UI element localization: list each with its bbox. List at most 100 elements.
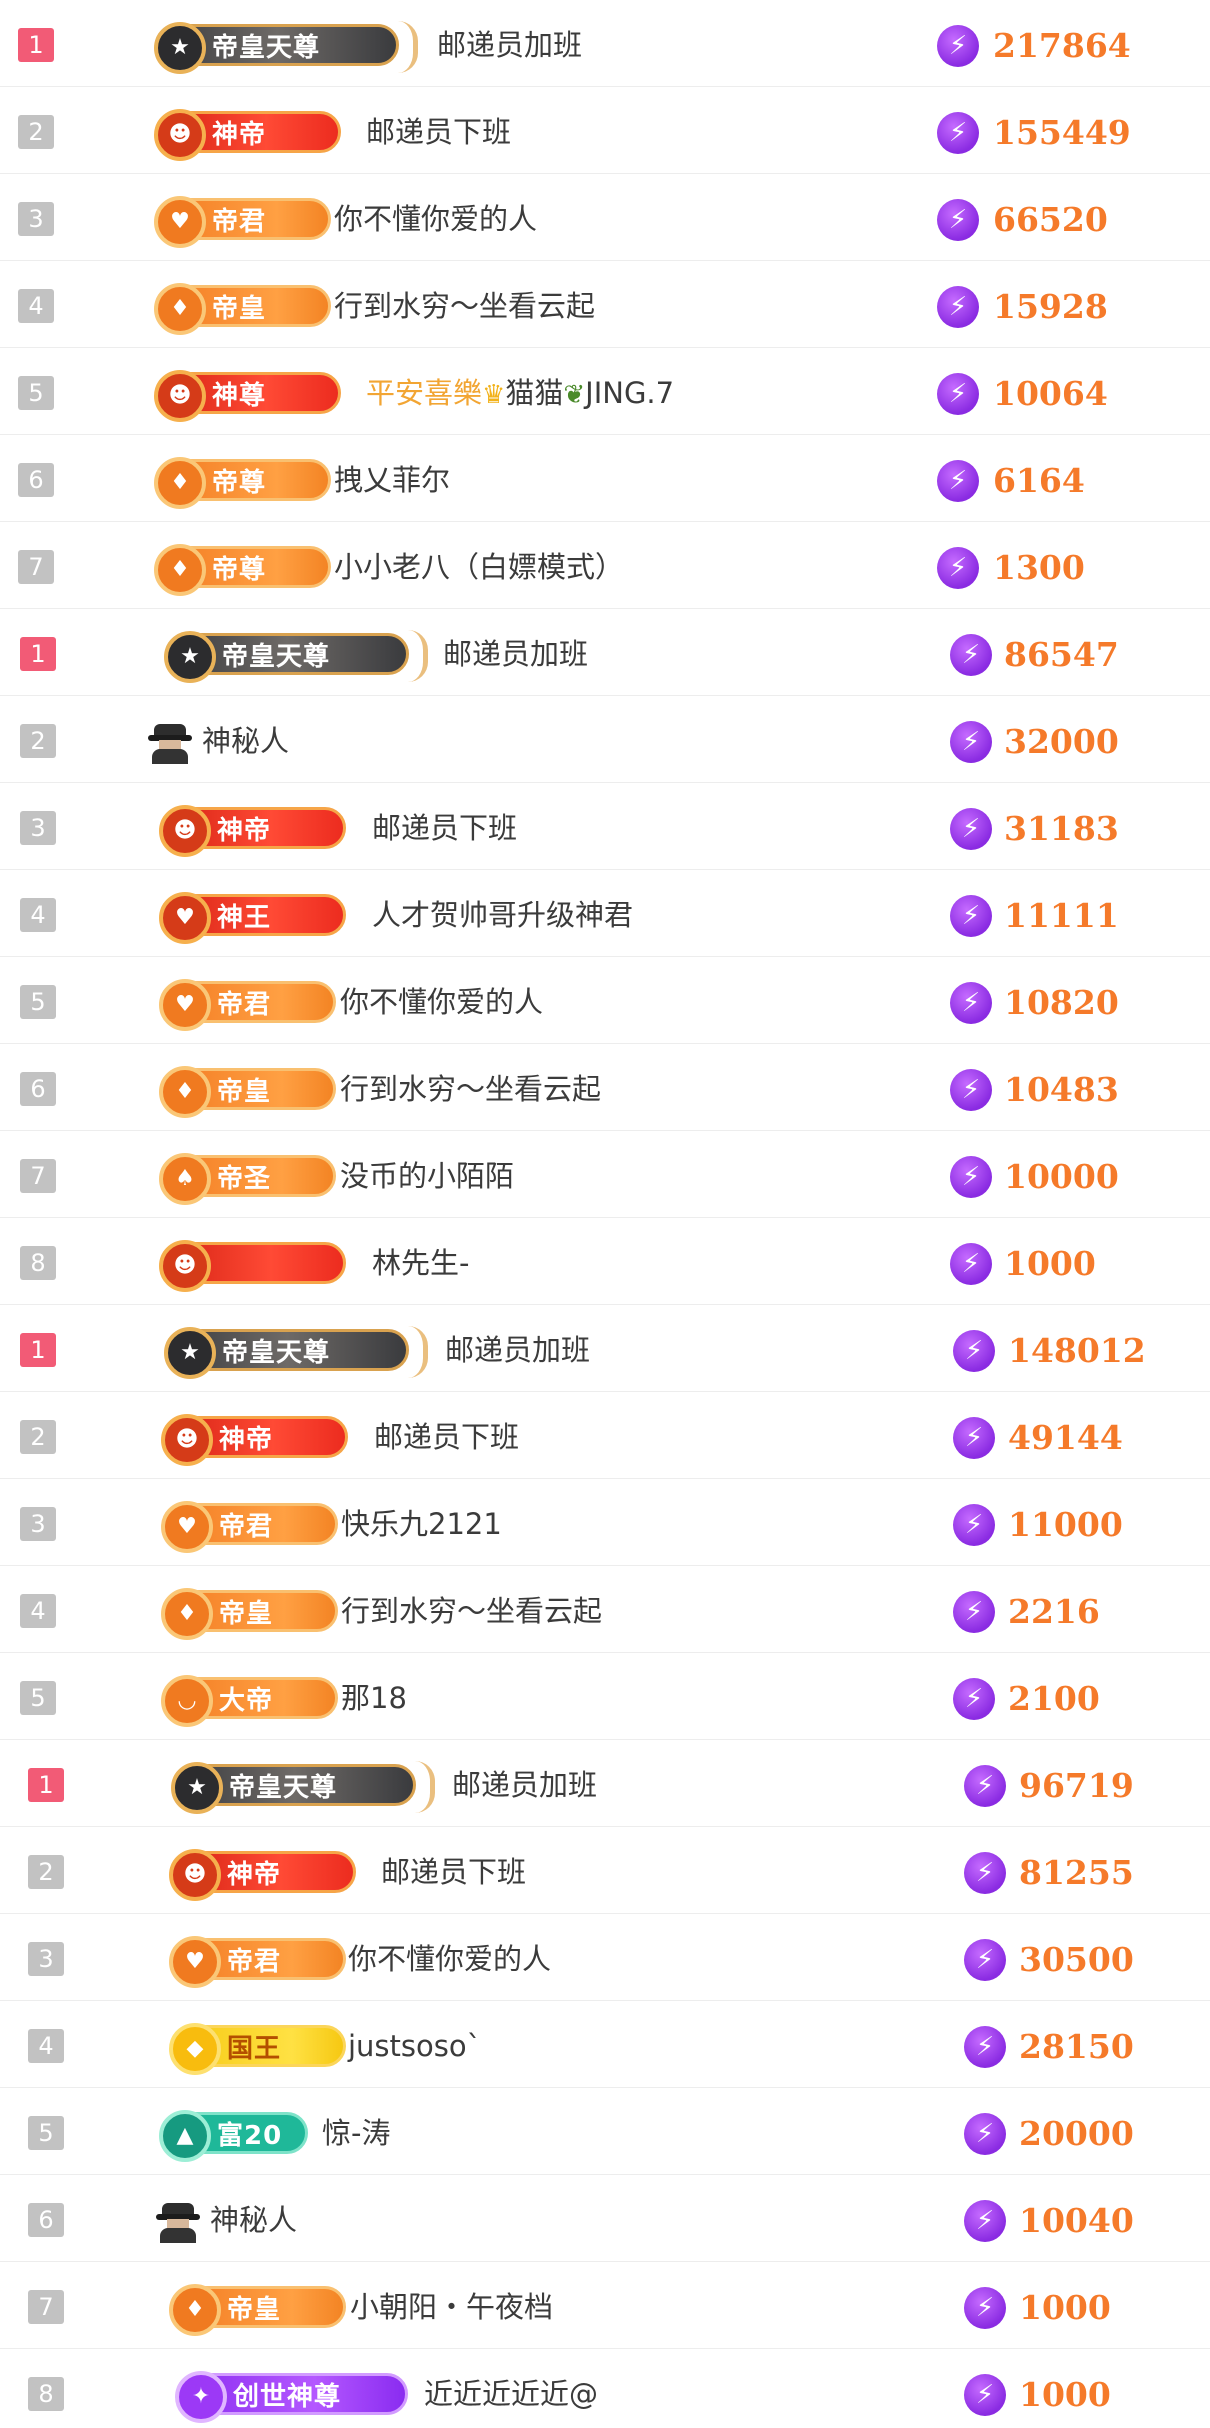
ranking-row[interactable]: 5 ◡ 大帝 那18 ⚡ 2100 [0,1653,1210,1740]
rank-number: 6 [28,2203,64,2237]
ranking-row[interactable]: 7 ♠ 帝圣 没币的小陌陌 ⚡ 10000 [0,1131,1210,1218]
user-name[interactable]: 没币的小陌陌 [340,1156,514,1196]
medal-icon: ♥ [154,196,206,248]
user-name[interactable]: 邮递员下班 [366,112,511,152]
sprout-icon: ❦ [563,380,586,410]
medal-icon: ☻ [159,805,211,857]
level-badge-label: 神王 [217,903,272,933]
score-value: 2100 [1008,1679,1100,1718]
ranking-row[interactable]: 8 ✦ 创世神尊 近近近近近@ ⚡ 1000 [0,2349,1210,2428]
user-name[interactable]: 邮递员下班 [374,1417,519,1457]
user-name[interactable]: 你不懂你爱的人 [334,199,537,239]
ranking-row[interactable]: 7 ♦ 帝尊 小小老八（白嫖模式） ⚡ 1300 [0,522,1210,609]
ranking-row[interactable]: 8 ☻ 林先生- ⚡ 1000 [0,1218,1210,1305]
user-name[interactable]: 你不懂你爱的人 [340,982,543,1022]
rank-number: 7 [28,2290,64,2324]
user-name[interactable]: justsoso` [348,2026,481,2066]
user-name[interactable]: 近近近近近@ [424,2374,598,2414]
lightning-bolt-icon: ⚡ [964,1765,1006,1807]
level-badge: ☻ 神帝 [161,1414,348,1466]
level-badge-label: 创世神尊 [233,2382,342,2412]
user-name[interactable]: 惊-涛 [322,2113,390,2153]
level-badge-label [217,1245,317,1287]
user-name[interactable]: 邮递员加班 [452,1765,597,1805]
user-name[interactable]: 那18 [341,1678,407,1718]
lightning-bolt-icon: ⚡ [964,2113,1006,2155]
ranking-row[interactable]: 4 ♥ 神王 人才贺帅哥升级神君 ⚡ 11111 [0,870,1210,957]
rank-number: 3 [18,202,54,236]
user-name[interactable]: 快乐九2121 [341,1504,502,1544]
rank-number: 1 [20,1333,56,1367]
ranking-row[interactable]: 3 ☻ 神帝 邮递员下班 ⚡ 31183 [0,783,1210,870]
level-badge-label: 帝皇 [217,1077,272,1107]
level-badge-label: 帝圣 [217,1164,272,1194]
ranking-row[interactable]: 1 ★ 帝皇天尊 邮递员加班 ⚡ 96719 [0,1740,1210,1827]
medal-icon: ✦ [175,2371,227,2423]
rank-number: 5 [20,1681,56,1715]
lightning-bolt-icon: ⚡ [964,2200,1006,2242]
user-name[interactable]: 你不懂你爱的人 [348,1939,551,1979]
rank-number: 2 [20,1420,56,1454]
user-name[interactable]: 拽乂菲尔 [334,460,450,500]
rank-number: 4 [28,2029,64,2063]
level-badge: ♦ 帝尊 [154,544,331,596]
level-badge-label: 帝皇 [212,294,267,324]
user-name[interactable]: 神秘人 [202,721,289,761]
user-name[interactable]: 行到水穷～坐看云起 [341,1591,602,1631]
rank-number: 7 [18,550,54,584]
ranking-row[interactable]: 4 ◆ 国王 justsoso` ⚡ 28150 [0,2001,1210,2088]
user-name[interactable]: 人才贺帅哥升级神君 [372,895,633,935]
user-name[interactable]: 邮递员加班 [443,634,588,674]
user-name[interactable]: 行到水穷～坐看云起 [340,1069,601,1109]
score-value: 28150 [1019,2027,1134,2066]
ranking-row[interactable]: 2 神秘人 ⚡ 32000 [0,696,1210,783]
ranking-row[interactable]: 5 ▲ 富20 惊-涛 ⚡ 20000 [0,2088,1210,2175]
ranking-row[interactable]: 3 ♥ 帝君 快乐九2121 ⚡ 11000 [0,1479,1210,1566]
level-badge: ★ 帝皇天尊 [154,21,418,74]
ranking-row[interactable]: 2 ☻ 神帝 邮递员下班 ⚡ 49144 [0,1392,1210,1479]
ranking-row[interactable]: 5 ☻ 神尊 平安喜樂♛猫猫❦JING.7 ⚡ 10064 [0,348,1210,435]
medal-icon: ♦ [154,283,206,335]
medal-icon: ☻ [154,109,206,161]
user-name[interactable]: 小朝阳・午夜档 [350,2287,553,2327]
ranking-row[interactable]: 2 ☻ 神帝 邮递员下班 ⚡ 81255 [0,1827,1210,1914]
medal-icon: ♦ [169,2284,221,2336]
user-name-part: 猫猫 [505,376,564,410]
medal-icon: ☻ [169,1849,221,1901]
rank-number: 8 [28,2377,64,2411]
ranking-row[interactable]: 3 ♥ 帝君 你不懂你爱的人 ⚡ 66520 [0,174,1210,261]
medal-icon: ◡ [161,1675,213,1727]
level-badge-label: 神帝 [217,816,272,846]
ranking-row[interactable]: 1 ★ 帝皇天尊 邮递员加班 ⚡ 148012 [0,1305,1210,1392]
ranking-row[interactable]: 4 ♦ 帝皇 行到水穷～坐看云起 ⚡ 15928 [0,261,1210,348]
ranking-row[interactable]: 2 ☻ 神帝 邮递员下班 ⚡ 155449 [0,87,1210,174]
ranking-row[interactable]: 5 ♥ 帝君 你不懂你爱的人 ⚡ 10820 [0,957,1210,1044]
ranking-row[interactable]: 4 ♦ 帝皇 行到水穷～坐看云起 ⚡ 2216 [0,1566,1210,1653]
level-badge-label: 帝皇天尊 [222,1338,331,1368]
score-value: 1300 [993,548,1085,587]
user-name[interactable]: 小小老八（白嫖模式） [334,547,624,587]
level-badge: ♥ 帝君 [154,196,331,248]
lightning-bolt-icon: ⚡ [950,895,992,937]
level-badge: ☻ 神帝 [154,109,341,161]
user-name[interactable]: 平安喜樂♛猫猫❦JING.7 [366,373,674,413]
user-name[interactable]: 邮递员加班 [445,1330,590,1370]
user-name[interactable]: 神秘人 [210,2200,297,2240]
user-name[interactable]: 邮递员下班 [381,1852,526,1892]
rank-number: 7 [20,1159,56,1193]
level-badge: ☻ 神帝 [159,805,346,857]
lightning-bolt-icon: ⚡ [953,1591,995,1633]
ranking-row[interactable]: 7 ♦ 帝皇 小朝阳・午夜档 ⚡ 1000 [0,2262,1210,2349]
ranking-row[interactable]: 1 ★ 帝皇天尊 邮递员加班 ⚡ 217864 [0,0,1210,87]
user-name[interactable]: 行到水穷～坐看云起 [334,286,595,326]
user-name[interactable]: 邮递员加班 [437,25,582,65]
user-name[interactable]: 林先生- [372,1243,469,1283]
user-name[interactable]: 邮递员下班 [372,808,517,848]
wing-icon [408,1326,428,1378]
ranking-row[interactable]: 1 ★ 帝皇天尊 邮递员加班 ⚡ 86547 [0,609,1210,696]
star-icon: ★ [171,1762,223,1814]
ranking-row[interactable]: 3 ♥ 帝君 你不懂你爱的人 ⚡ 30500 [0,1914,1210,2001]
ranking-row[interactable]: 6 ♦ 帝尊 拽乂菲尔 ⚡ 6164 [0,435,1210,522]
ranking-row[interactable]: 6 ♦ 帝皇 行到水穷～坐看云起 ⚡ 10483 [0,1044,1210,1131]
ranking-row[interactable]: 6 神秘人 ⚡ 10040 [0,2175,1210,2262]
